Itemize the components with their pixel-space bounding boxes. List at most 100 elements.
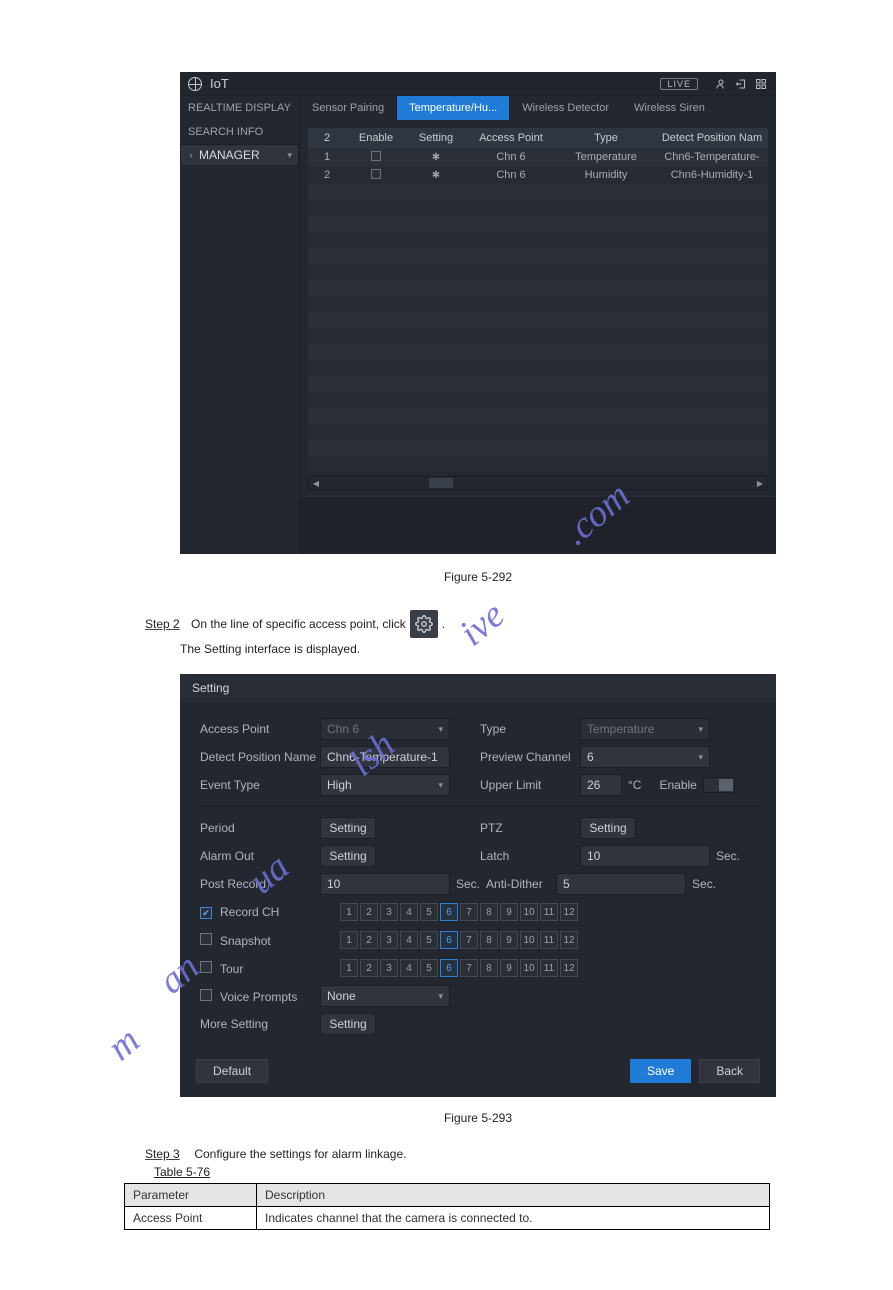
user-icon[interactable]: [714, 77, 728, 91]
access-point-select[interactable]: Chn 6: [320, 718, 450, 740]
panel-footer: [300, 498, 776, 554]
detect-pos-input[interactable]: Chn6-Temperature-1: [320, 746, 450, 768]
lbl-period: Period: [200, 821, 320, 835]
chevron-right-icon: ›: [187, 150, 195, 160]
sidebar-item-realtime[interactable]: REALTIME DISPLAY: [180, 96, 299, 120]
save-button[interactable]: Save: [630, 1059, 691, 1083]
enable-toggle[interactable]: [703, 777, 735, 793]
channel-9[interactable]: 9: [500, 959, 518, 977]
channel-5[interactable]: 5: [420, 903, 438, 921]
channel-9[interactable]: 9: [500, 931, 518, 949]
channel-8[interactable]: 8: [480, 903, 498, 921]
globe-icon: [188, 77, 202, 91]
channel-7[interactable]: 7: [460, 931, 478, 949]
channel-1[interactable]: 1: [340, 959, 358, 977]
anti-input[interactable]: 5: [556, 873, 686, 895]
live-badge: LIVE: [660, 78, 698, 90]
scroll-thumb[interactable]: [429, 478, 453, 488]
more-setting-button[interactable]: Setting: [320, 1013, 376, 1035]
exit-icon[interactable]: [734, 77, 748, 91]
channel-5[interactable]: 5: [420, 931, 438, 949]
channel-5[interactable]: 5: [420, 959, 438, 977]
channel-2[interactable]: 2: [360, 903, 378, 921]
preview-select[interactable]: 6: [580, 746, 710, 768]
window-title: IoT: [210, 76, 229, 91]
channel-10[interactable]: 10: [520, 931, 538, 949]
channel-2[interactable]: 2: [360, 931, 378, 949]
channel-3[interactable]: 3: [380, 959, 398, 977]
lbl-access-point: Access Point: [200, 722, 320, 736]
scroll-right-icon[interactable]: ▶: [753, 477, 767, 489]
voice-checkbox[interactable]: [200, 989, 212, 1001]
period-setting-button[interactable]: Setting: [320, 817, 376, 839]
type-select[interactable]: Temperature: [580, 718, 710, 740]
col-ap: Access Point: [466, 128, 556, 148]
lbl-anti: Anti-Dither: [486, 877, 556, 891]
main-area: Sensor Pairing Temperature/Hu... Wireles…: [300, 96, 776, 554]
latch-input[interactable]: 10: [580, 845, 710, 867]
event-select[interactable]: High: [320, 774, 450, 796]
horizontal-scrollbar[interactable]: ◀ ▶: [308, 476, 768, 490]
grid-icon[interactable]: [754, 77, 768, 91]
channel-6[interactable]: 6: [440, 903, 458, 921]
channel-2[interactable]: 2: [360, 959, 378, 977]
sidebar-item-searchinfo[interactable]: SEARCH INFO: [180, 120, 299, 144]
channel-7[interactable]: 7: [460, 959, 478, 977]
channel-11[interactable]: 11: [540, 959, 558, 977]
channel-10[interactable]: 10: [520, 959, 538, 977]
lbl-voice: Voice Prompts: [200, 989, 320, 1004]
step-2-label: Step 2: [145, 617, 185, 631]
lbl-snapshot: Snapshot: [200, 933, 320, 948]
record-checkbox[interactable]: ✔: [200, 907, 212, 919]
table-row[interactable]: 2 ✱ Chn 6 Humidity Chn6-Humidity-1: [308, 166, 768, 184]
channel-6[interactable]: 6: [440, 931, 458, 949]
tour-channels: 123456789101112: [340, 959, 578, 977]
channel-12[interactable]: 12: [560, 931, 578, 949]
enable-checkbox[interactable]: [371, 169, 381, 179]
snapshot-checkbox[interactable]: [200, 933, 212, 945]
enable-checkbox[interactable]: [371, 151, 381, 161]
default-button[interactable]: Default: [196, 1059, 268, 1083]
voice-select[interactable]: None: [320, 985, 450, 1007]
channel-3[interactable]: 3: [380, 903, 398, 921]
col-pos: Detect Position Nam: [656, 128, 768, 148]
channel-11[interactable]: 11: [540, 931, 558, 949]
post-input[interactable]: 10: [320, 873, 450, 895]
unit-c: °C: [628, 778, 641, 792]
alarm-setting-button[interactable]: Setting: [320, 845, 376, 867]
lbl-enable: Enable: [659, 778, 696, 792]
channel-4[interactable]: 4: [400, 931, 418, 949]
tab-wireless-detector[interactable]: Wireless Detector: [510, 96, 622, 120]
tab-temp-humidity[interactable]: Temperature/Hu...: [397, 96, 510, 120]
channel-12[interactable]: 12: [560, 959, 578, 977]
param-head-2: Description: [257, 1184, 770, 1207]
col-type: Type: [556, 128, 656, 148]
gear-icon[interactable]: ✱: [432, 170, 440, 181]
lbl-tour: Tour: [200, 961, 320, 976]
gear-icon[interactable]: ✱: [432, 152, 440, 163]
channel-4[interactable]: 4: [400, 903, 418, 921]
col-count: 2: [308, 128, 346, 148]
col-setting: Setting: [406, 128, 466, 148]
channel-8[interactable]: 8: [480, 959, 498, 977]
sidebar-item-manager[interactable]: ›MANAGER: [180, 144, 299, 166]
scroll-left-icon[interactable]: ◀: [309, 477, 323, 489]
channel-1[interactable]: 1: [340, 903, 358, 921]
channel-7[interactable]: 7: [460, 903, 478, 921]
upper-input[interactable]: 26: [580, 774, 622, 796]
tab-wireless-siren[interactable]: Wireless Siren: [622, 96, 718, 120]
channel-4[interactable]: 4: [400, 959, 418, 977]
channel-1[interactable]: 1: [340, 931, 358, 949]
tab-sensor-pairing[interactable]: Sensor Pairing: [300, 96, 397, 120]
channel-3[interactable]: 3: [380, 931, 398, 949]
tour-checkbox[interactable]: [200, 961, 212, 973]
back-button[interactable]: Back: [699, 1059, 760, 1083]
channel-8[interactable]: 8: [480, 931, 498, 949]
table-row[interactable]: 1 ✱ Chn 6 Temperature Chn6-Temperature-: [308, 148, 768, 166]
channel-6[interactable]: 6: [440, 959, 458, 977]
channel-9[interactable]: 9: [500, 903, 518, 921]
channel-12[interactable]: 12: [560, 903, 578, 921]
ptz-setting-button[interactable]: Setting: [580, 817, 636, 839]
channel-11[interactable]: 11: [540, 903, 558, 921]
channel-10[interactable]: 10: [520, 903, 538, 921]
